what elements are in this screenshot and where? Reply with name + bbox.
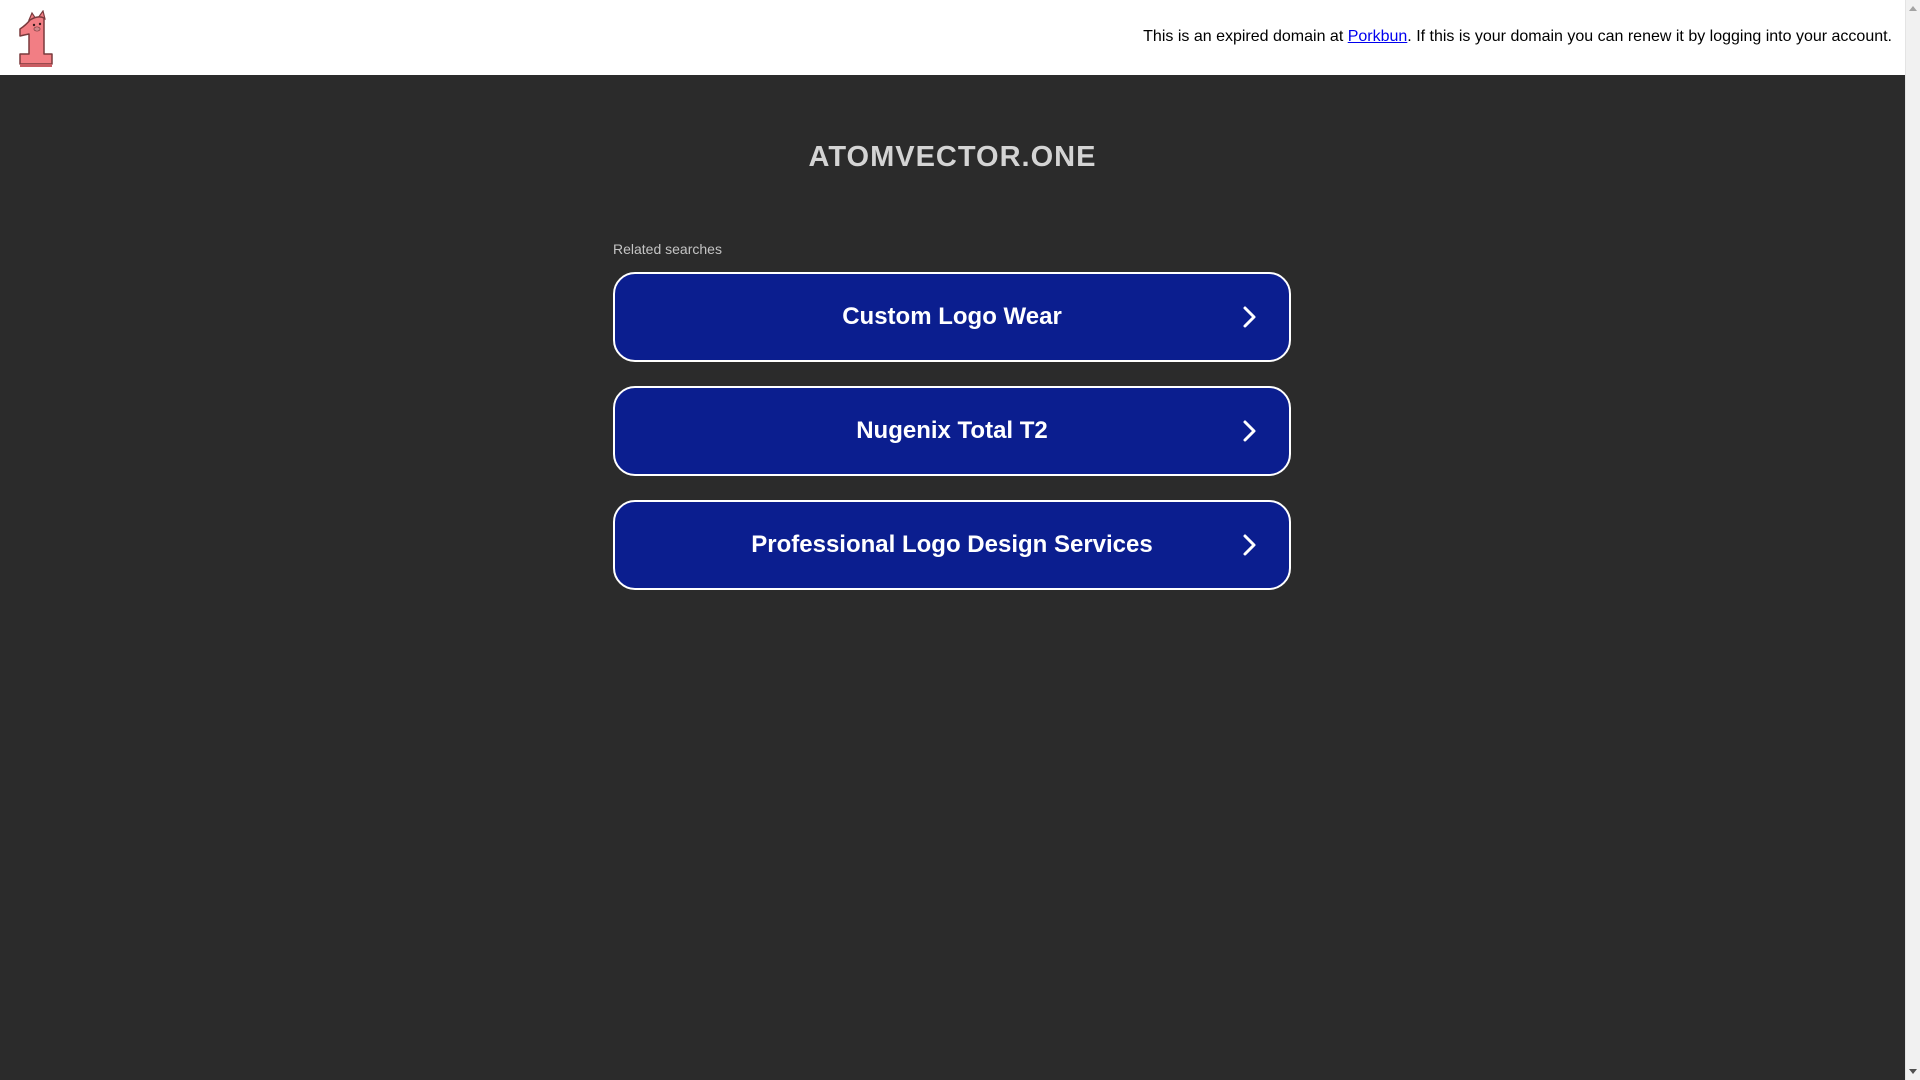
chevron-right-icon <box>1243 306 1256 328</box>
top-bar: This is an expired domain at Porkbun. If… <box>0 0 1905 75</box>
domain-title: ATOMVECTOR.ONE <box>808 141 1097 173</box>
search-button-professional-logo-design-services[interactable]: Professional Logo Design Services <box>613 500 1291 590</box>
search-button-label: Custom Logo Wear <box>842 303 1062 330</box>
chevron-right-icon <box>1243 534 1256 556</box>
notice-text-start: This is an expired domain at <box>1143 28 1348 45</box>
search-button-label: Nugenix Total T2 <box>856 417 1048 444</box>
related-searches-label: Related searches <box>613 241 722 257</box>
chevron-right-icon <box>1243 420 1256 442</box>
scroll-down-arrow-icon[interactable] <box>1909 1069 1917 1074</box>
scroll-up-arrow-icon[interactable] <box>1909 6 1917 11</box>
vertical-scrollbar[interactable] <box>1905 0 1920 1080</box>
notice-text-end: . If this is your domain you can renew i… <box>1407 28 1892 45</box>
expired-domain-notice: This is an expired domain at Porkbun. If… <box>1143 28 1892 46</box>
search-button-nugenix-total-t2[interactable]: Nugenix Total T2 <box>613 386 1291 476</box>
page-body: This is an expired domain at Porkbun. If… <box>0 0 1905 1080</box>
search-button-label: Professional Logo Design Services <box>751 531 1153 558</box>
search-button-custom-logo-wear[interactable]: Custom Logo Wear <box>613 272 1291 362</box>
porkbun-link[interactable]: Porkbun <box>1348 28 1408 45</box>
porkbun-logo-icon[interactable] <box>16 10 58 68</box>
